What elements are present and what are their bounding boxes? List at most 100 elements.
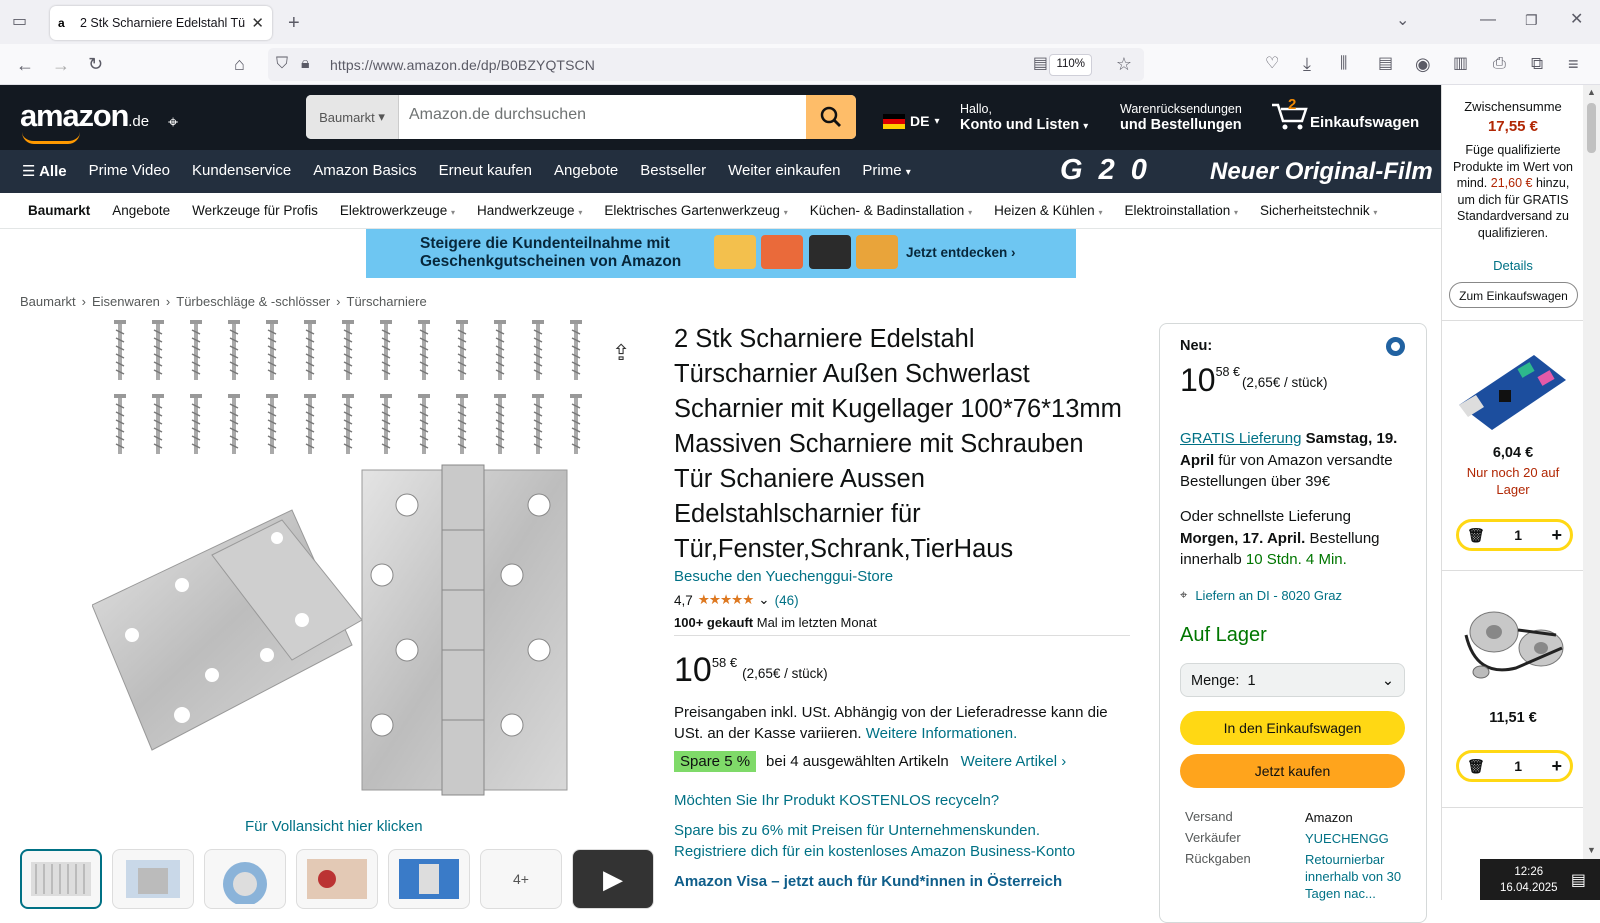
rating-stars-icon[interactable]: ★★★★★ bbox=[698, 592, 755, 608]
video-thumbnail[interactable]: ▶ bbox=[572, 849, 654, 909]
subnav-item[interactable]: Elektroinstallation ▾ bbox=[1124, 203, 1238, 218]
plus-icon[interactable]: + bbox=[1551, 756, 1562, 777]
delete-icon[interactable]: 🗑︎ bbox=[1467, 527, 1485, 544]
nav-item-erneut-kaufen[interactable]: Erneut kaufen bbox=[439, 162, 532, 180]
rating-summary[interactable]: 4,7 ★★★★★ ⌄ (46) bbox=[674, 592, 799, 608]
free-delivery-link[interactable]: GRATIS Lieferung bbox=[1180, 430, 1301, 447]
home-icon[interactable]: ⌂ bbox=[234, 55, 245, 73]
minimize-icon[interactable]: — bbox=[1480, 12, 1496, 28]
delivery-location[interactable]: ⌖ Liefern an DI - 8020 Graz bbox=[1180, 587, 1342, 603]
share-icon[interactable]: ⇪ bbox=[612, 340, 630, 366]
subnav-item[interactable]: Baumarkt bbox=[28, 203, 90, 218]
location-pin-icon[interactable]: ⌖ bbox=[168, 112, 178, 133]
nav-item-prime[interactable]: Prime ▾ bbox=[862, 162, 910, 180]
subnav-item[interactable]: Heizen & Kühlen ▾ bbox=[994, 203, 1102, 218]
language-selector[interactable]: DE ▾ bbox=[883, 113, 939, 129]
recycle-link[interactable]: Möchten Sie Ihr Produkt KOSTENLOS recyce… bbox=[674, 790, 999, 811]
chevron-down-icon[interactable]: ⌄ bbox=[758, 592, 769, 608]
account-menu[interactable]: Hallo, Konto und Listen ▾ bbox=[960, 101, 1088, 135]
browser-tab[interactable]: a 2 Stk Scharniere Edelstahl Türsc ✕ bbox=[50, 6, 272, 40]
url-text[interactable]: https://www.amazon.de/dp/B0BZYQTSCN bbox=[330, 57, 595, 73]
close-window-icon[interactable]: ✕ bbox=[1570, 12, 1583, 28]
sidebar-icon[interactable]: ▤ bbox=[1378, 56, 1393, 72]
nav-item-prime-video[interactable]: Prime Video bbox=[89, 162, 170, 180]
back-icon[interactable]: ← bbox=[16, 56, 34, 74]
breadcrumb-item[interactable]: Türscharniere bbox=[347, 294, 427, 309]
seller-link[interactable]: YUECHENGG bbox=[1305, 830, 1415, 847]
close-tab-icon[interactable]: ✕ bbox=[251, 14, 264, 32]
nav-item-angebote[interactable]: Angebote bbox=[554, 162, 618, 180]
list-tabs-chevron-icon[interactable]: ⌄ bbox=[1396, 13, 1409, 29]
bookmark-star-icon[interactable]: ☆ bbox=[1116, 55, 1132, 73]
quantity-select[interactable]: Menge: 1 ⌄ bbox=[1180, 663, 1405, 697]
extensions-puzzle-icon[interactable]: ⧉ bbox=[1531, 55, 1543, 72]
tax-info-link[interactable]: Weitere Informationen. bbox=[866, 725, 1017, 742]
pocket-icon[interactable]: ♡ bbox=[1265, 56, 1279, 72]
buy-now-button[interactable]: Jetzt kaufen bbox=[1180, 754, 1405, 788]
forward-icon[interactable]: → bbox=[52, 56, 70, 74]
library-icon[interactable]: ⫼ bbox=[1340, 56, 1347, 72]
subnav-item[interactable]: Elektrowerkzeuge ▾ bbox=[340, 203, 455, 218]
subnav-item[interactable]: Angebote bbox=[112, 203, 170, 218]
plus-icon[interactable]: + bbox=[1551, 525, 1562, 546]
amazon-logo[interactable]: amazon.de bbox=[20, 98, 149, 144]
thumbnail[interactable] bbox=[20, 849, 102, 909]
nav-item-bestseller[interactable]: Bestseller bbox=[640, 162, 706, 180]
details-link[interactable]: Details bbox=[1442, 258, 1584, 273]
visa-promo-link[interactable]: Amazon Visa – jetzt auch für Kund*innen … bbox=[674, 873, 1062, 890]
scroll-up-icon[interactable]: ▲ bbox=[1587, 87, 1596, 97]
tracking-shield-icon[interactable]: ⛉ bbox=[276, 56, 288, 72]
url-bar[interactable]: ⛉ 🔒︎ https://www.amazon.de/dp/B0BZYQTSCN… bbox=[268, 48, 1144, 81]
thumbnail[interactable] bbox=[112, 849, 194, 909]
business-text[interactable]: Spare bis zu 6% mit Preisen für Unterneh… bbox=[674, 820, 1040, 841]
thumbnail[interactable] bbox=[204, 849, 286, 909]
search-input[interactable]: Amazon.de durchsuchen bbox=[399, 95, 806, 139]
account-icon[interactable]: ◉ bbox=[1415, 55, 1431, 73]
extension-icon[interactable]: ▥ bbox=[1453, 56, 1468, 72]
more-items-link[interactable]: Weitere Artikel › bbox=[961, 753, 1067, 770]
download-icon[interactable]: ⤓ bbox=[1303, 55, 1311, 73]
orders-link[interactable]: Warenrücksendungen und Bestellungen bbox=[1120, 101, 1242, 133]
more-images-thumbnail[interactable]: 4+ bbox=[480, 849, 562, 909]
thumbnail[interactable] bbox=[296, 849, 378, 909]
subnav-item[interactable]: Sicherheitstechnik ▾ bbox=[1260, 203, 1377, 218]
taskbar-clock[interactable]: 12:26 16.04.2025 ▤ bbox=[1480, 859, 1600, 900]
returns-link[interactable]: Retournierbar innerhalb von 30 Tagen nac… bbox=[1305, 851, 1415, 902]
new-tab-icon[interactable]: + bbox=[288, 13, 300, 33]
lock-icon[interactable]: 🔒︎ bbox=[301, 56, 310, 72]
print-icon[interactable]: ⎙ bbox=[1493, 56, 1506, 72]
store-link[interactable]: Besuche den Yuechenggui-Store bbox=[674, 568, 893, 585]
tab-list-icon[interactable]: ▭ bbox=[12, 14, 27, 30]
menu-icon[interactable]: ≡ bbox=[1568, 55, 1579, 73]
reload-icon[interactable]: ↻ bbox=[88, 55, 103, 73]
search-category-select[interactable]: Baumarkt ▾ bbox=[306, 95, 399, 139]
cart-item-image[interactable] bbox=[1456, 590, 1571, 690]
subnav-item[interactable]: Handwerkzeuge ▾ bbox=[477, 203, 582, 218]
cart-button[interactable]: 2 Einkaufswagen bbox=[1270, 96, 1419, 131]
breadcrumb-item[interactable]: Baumarkt bbox=[20, 294, 76, 309]
subnav-item[interactable]: Küchen- & Badinstallation ▾ bbox=[810, 203, 972, 218]
buybox-radio[interactable] bbox=[1386, 337, 1405, 356]
scrollbar-thumb[interactable] bbox=[1587, 103, 1596, 153]
add-to-cart-button[interactable]: In den Einkaufswagen bbox=[1180, 711, 1405, 745]
page-scrollbar[interactable]: ▲ ▼ bbox=[1583, 85, 1600, 900]
gift-card-banner[interactable]: Steigere die Kundenteilnahme mit Geschenk… bbox=[366, 229, 1076, 278]
thumbnail[interactable] bbox=[388, 849, 470, 909]
go-to-cart-button[interactable]: Zum Einkaufswagen bbox=[1449, 282, 1578, 308]
promo-text[interactable]: Neuer Original-Film bbox=[1210, 158, 1433, 186]
review-count[interactable]: (46) bbox=[775, 593, 799, 608]
notification-icon[interactable]: ▤ bbox=[1571, 870, 1586, 890]
business-register-link[interactable]: Registriere dich für ein kostenloses Ama… bbox=[674, 841, 1075, 862]
nav-item-kundenservice[interactable]: Kundenservice bbox=[192, 162, 291, 180]
search-button[interactable] bbox=[806, 95, 856, 139]
nav-item-weiter-einkaufen[interactable]: Weiter einkaufen bbox=[728, 162, 840, 180]
nav-item-amazon-basics[interactable]: Amazon Basics bbox=[313, 162, 416, 180]
cart-item-image[interactable] bbox=[1454, 335, 1572, 435]
full-view-link[interactable]: Für Vollansicht hier klicken bbox=[245, 818, 423, 835]
breadcrumb-item[interactable]: Eisenwaren bbox=[92, 294, 160, 309]
reader-view-icon[interactable]: ▤ bbox=[1033, 56, 1048, 72]
delete-icon[interactable]: 🗑︎ bbox=[1467, 758, 1485, 775]
product-main-image[interactable] bbox=[92, 320, 582, 810]
breadcrumb-item[interactable]: Türbeschläge & -schlösser bbox=[176, 294, 330, 309]
subnav-item[interactable]: Werkzeuge für Profis bbox=[192, 203, 318, 218]
